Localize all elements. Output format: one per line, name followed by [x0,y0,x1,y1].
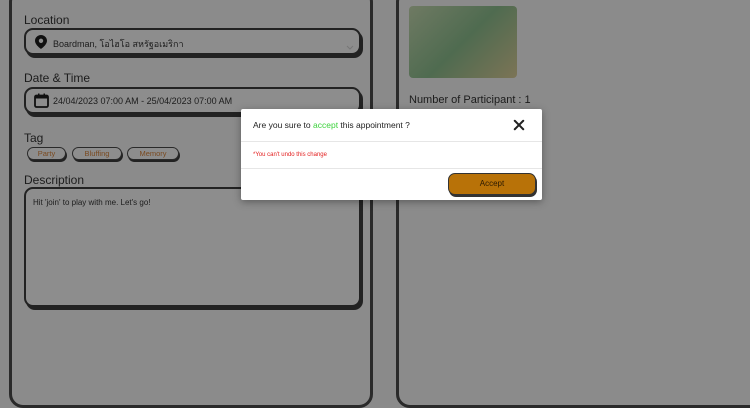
tag-chip[interactable]: Party [27,147,66,160]
description-label: Description [24,173,85,187]
chevron-down-icon [346,38,354,50]
confirm-dialog: Are you sure to accept this appointment … [241,109,542,200]
close-icon[interactable] [511,117,527,133]
divider [241,168,542,169]
datetime-value: 24/04/2023 07:00 AM - 25/04/2023 07:00 A… [53,96,233,106]
location-value: Boardman, โอไฮโอ สหรัฐอเมริกา [53,39,184,49]
participants-count: Number of Participant : 1 [409,94,531,106]
tag-label: Tag [24,131,44,145]
calendar-icon [34,93,49,108]
location-field[interactable]: Boardman, โอไฮโอ สหรัฐอเมริกา [24,28,361,55]
divider [241,141,542,142]
tag-chip[interactable]: Memory [127,147,179,160]
description-value: Hit 'join' to play with me. Let's go! [33,198,151,207]
description-field[interactable]: Hit 'join' to play with me. Let's go! [24,187,361,307]
accept-keyword: accept [313,120,339,130]
location-pin-icon [35,35,47,49]
datetime-label: Date & Time [24,71,91,85]
accept-button[interactable]: Accept [448,173,536,195]
warning-text: *You can't undo this change [253,152,327,158]
dialog-title: Are you sure to accept this appointment … [253,120,410,130]
tag-chip[interactable]: Bluffing [72,147,122,160]
game-board-image [409,6,517,78]
location-label: Location [24,13,70,27]
